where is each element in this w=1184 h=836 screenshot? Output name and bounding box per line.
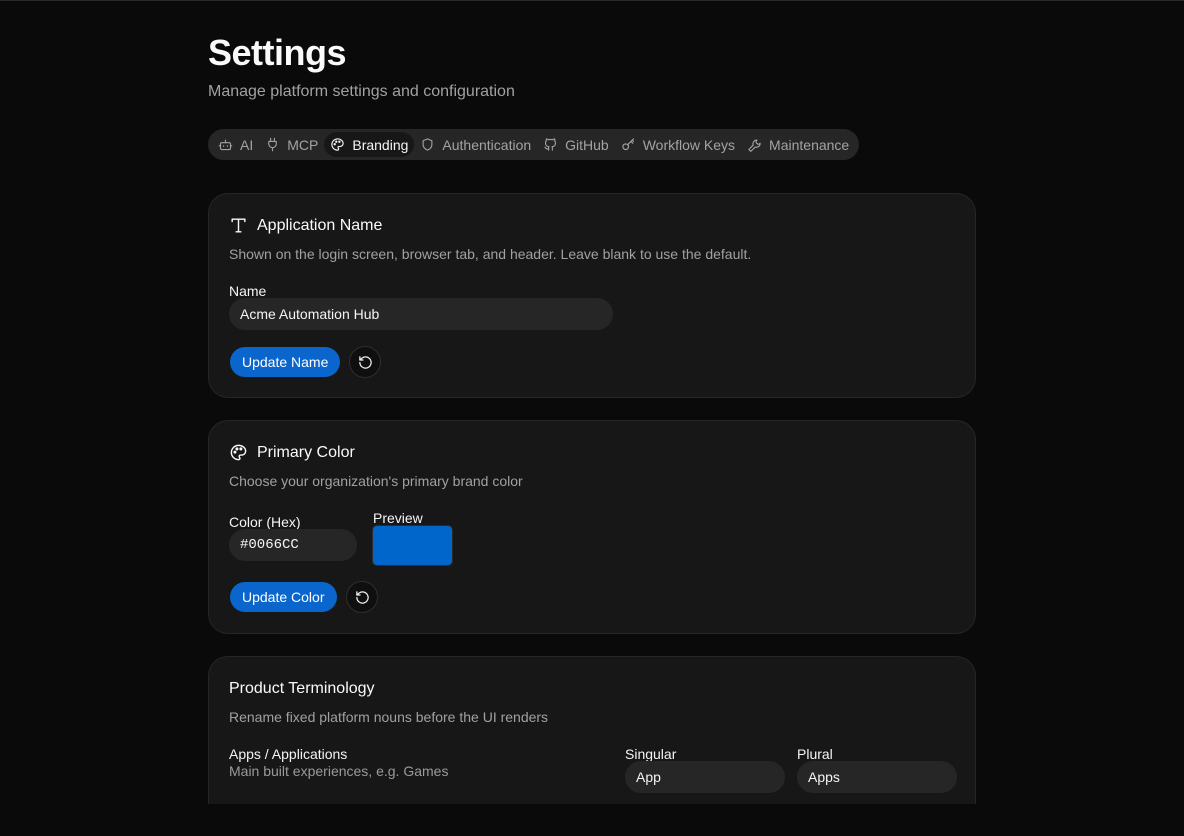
tab-ai[interactable]: AI bbox=[212, 132, 259, 157]
plural-label: Plural bbox=[797, 746, 833, 762]
palette-icon bbox=[229, 443, 248, 462]
term-name: Apps / Applications bbox=[229, 746, 348, 762]
singular-input[interactable]: App bbox=[625, 761, 785, 793]
tab-mcp[interactable]: MCP bbox=[259, 132, 324, 157]
tab-label: GitHub bbox=[565, 136, 609, 153]
settings-tabs: AI MCP Branding Authentication GitHub Wo… bbox=[208, 129, 860, 160]
reset-icon bbox=[355, 590, 370, 605]
type-icon bbox=[229, 216, 248, 235]
page-title: Settings bbox=[208, 32, 347, 73]
color-preview-swatch bbox=[372, 525, 453, 566]
card-title-text: Primary Color bbox=[257, 443, 355, 461]
product-terminology-card: Product Terminology Rename fixed platfor… bbox=[208, 656, 976, 826]
reset-color-button[interactable] bbox=[346, 581, 378, 613]
tab-authentication[interactable]: Authentication bbox=[414, 132, 537, 157]
card-title: Product Terminology bbox=[229, 680, 375, 698]
tab-github[interactable]: GitHub bbox=[537, 132, 615, 157]
card-title: Primary Color bbox=[229, 443, 355, 462]
tab-label: AI bbox=[240, 136, 254, 153]
card-title: Application Name bbox=[229, 216, 382, 235]
tab-label: Maintenance bbox=[769, 136, 850, 153]
card-description: Shown on the login screen, browser tab, … bbox=[229, 246, 752, 262]
term-hint: Main built experiences, e.g. Games bbox=[229, 763, 449, 779]
page-subtitle: Manage platform settings and configurati… bbox=[208, 83, 515, 100]
reset-name-button[interactable] bbox=[349, 346, 381, 378]
bottom-overlay bbox=[0, 804, 1184, 836]
color-hex-label: Color (Hex) bbox=[229, 514, 301, 530]
application-name-card: Application Name Shown on the login scre… bbox=[208, 193, 976, 398]
tab-branding[interactable]: Branding bbox=[324, 132, 415, 157]
reset-icon bbox=[358, 355, 373, 370]
update-name-button[interactable]: Update Name bbox=[230, 347, 341, 377]
plug-icon bbox=[265, 137, 280, 152]
name-input[interactable]: Acme Automation Hub bbox=[229, 298, 613, 330]
tab-label: MCP bbox=[287, 136, 319, 153]
card-description: Rename fixed platform nouns before the U… bbox=[229, 709, 549, 725]
tab-maintenance[interactable]: Maintenance bbox=[741, 132, 855, 157]
tab-label: Authentication bbox=[442, 136, 532, 153]
preview-label: Preview bbox=[373, 510, 423, 526]
card-title-text: Product Terminology bbox=[229, 680, 375, 697]
card-title-text: Application Name bbox=[257, 216, 383, 234]
card-description: Choose your organization's primary brand… bbox=[229, 473, 523, 489]
tab-label: Branding bbox=[352, 136, 409, 153]
tab-workflow-keys[interactable]: Workflow Keys bbox=[615, 132, 741, 157]
key-icon bbox=[621, 137, 636, 152]
github-icon bbox=[543, 137, 558, 152]
palette-icon bbox=[330, 137, 345, 152]
color-hex-input[interactable]: #0066CC bbox=[229, 529, 357, 561]
wrench-icon bbox=[747, 137, 762, 152]
singular-label: Singular bbox=[625, 746, 677, 762]
bot-icon bbox=[218, 137, 233, 152]
update-color-button[interactable]: Update Color bbox=[230, 582, 337, 612]
top-divider bbox=[0, 0, 1184, 1]
primary-color-card: Primary Color Choose your organization's… bbox=[208, 420, 976, 634]
tab-label: Workflow Keys bbox=[642, 136, 736, 153]
name-label: Name bbox=[229, 283, 267, 299]
plural-input[interactable]: Apps bbox=[797, 761, 957, 793]
shield-icon bbox=[420, 137, 435, 152]
